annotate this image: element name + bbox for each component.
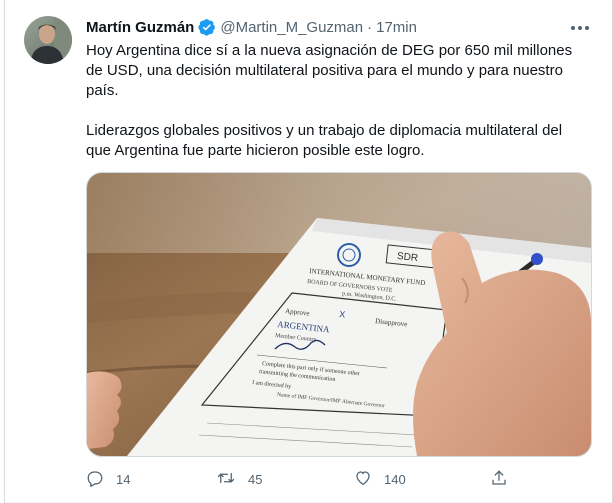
tweet-timestamp[interactable]: 17min (376, 19, 417, 36)
reply-icon (86, 469, 104, 490)
author-name[interactable]: Martín Guzmán (86, 19, 194, 36)
share-button[interactable] (490, 466, 508, 492)
retweet-count: 45 (248, 471, 263, 487)
header-separator: · (367, 18, 373, 36)
share-icon (490, 469, 508, 490)
tweet-photo[interactable]: SDR INTERNATIONAL MONETARY FUND BOARD OF… (86, 172, 592, 457)
more-options-button[interactable] (566, 14, 594, 40)
tweet-actions: 14 45 140 (86, 466, 516, 492)
like-button[interactable]: 140 (354, 466, 406, 492)
avatar[interactable] (24, 16, 72, 64)
reply-count: 14 (116, 471, 131, 487)
tweet-header: Martín Guzmán @Martin_M_Guzman · 17min (86, 16, 417, 38)
retweet-icon (216, 469, 236, 490)
like-count: 140 (384, 471, 406, 487)
heart-icon (354, 469, 372, 490)
author-handle[interactable]: @Martin_M_Guzman (220, 19, 363, 36)
svg-text:X: X (339, 309, 346, 320)
verified-badge-icon (198, 18, 216, 36)
retweet-button[interactable]: 45 (216, 466, 262, 492)
reply-button[interactable]: 14 (86, 466, 130, 492)
doc-sdr-label: SDR (396, 251, 418, 264)
tweet-paragraph-1: Hoy Argentina dice sí a la nueva asignac… (86, 42, 573, 99)
tweet-text: Hoy Argentina dice sí a la nueva asignac… (86, 41, 586, 161)
thread-left-border (4, 0, 5, 503)
more-icon (570, 18, 590, 36)
tweet-paragraph-2: Liderazgos globales positivos y un traba… (86, 122, 563, 159)
